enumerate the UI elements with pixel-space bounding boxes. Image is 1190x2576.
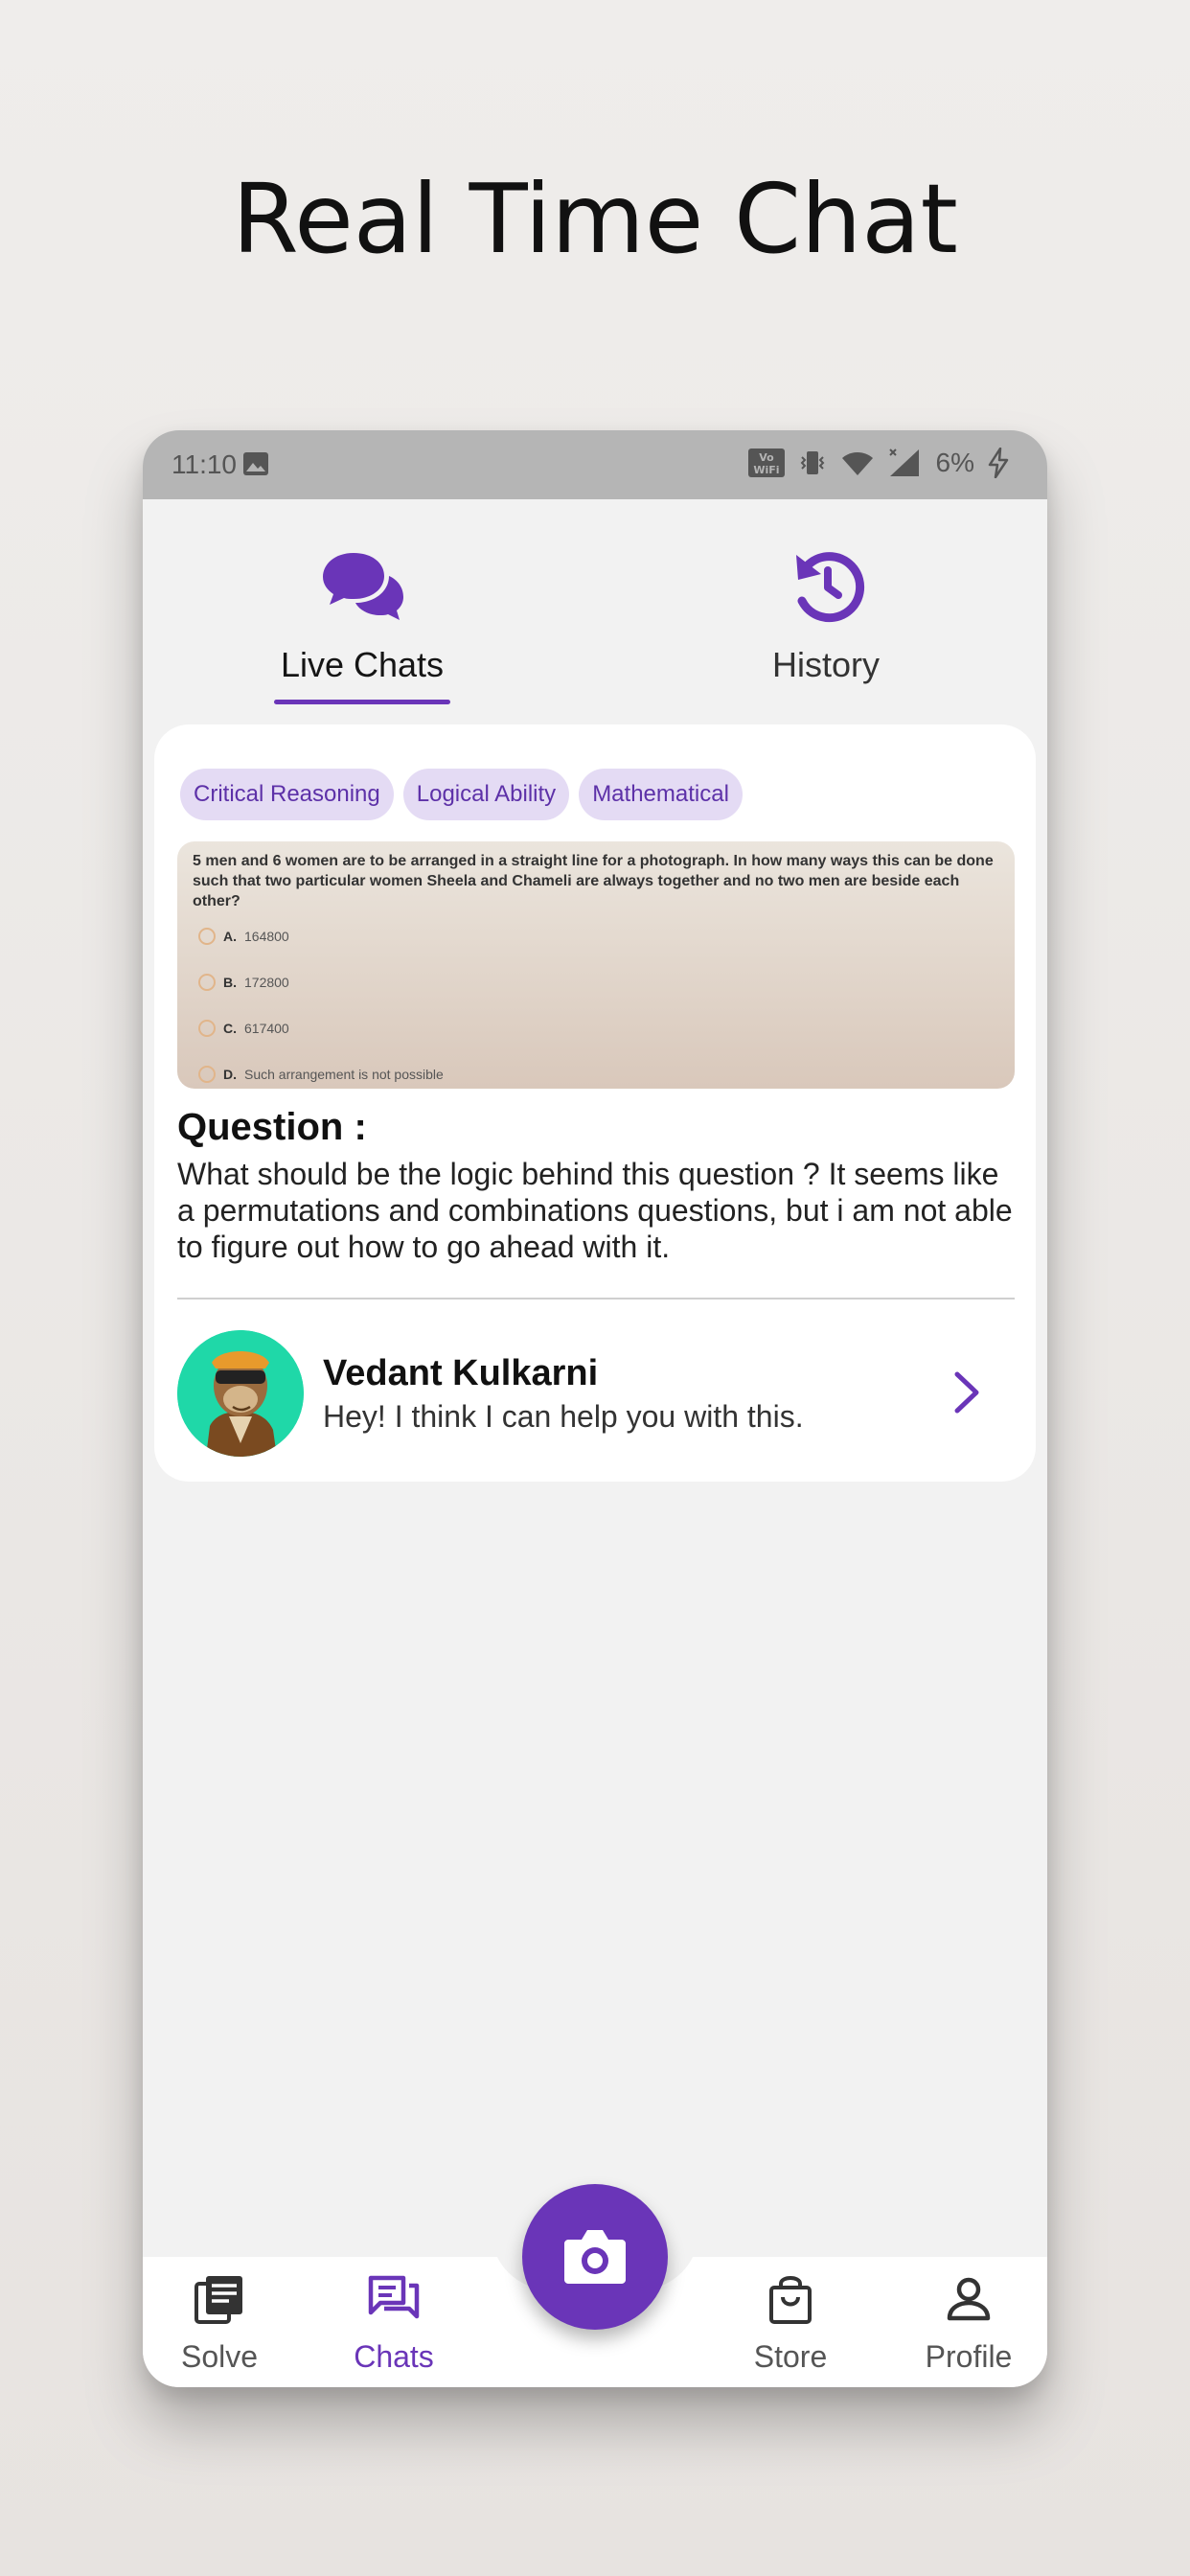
tab-history-label: History — [771, 645, 880, 684]
question-option: B. 172800 — [198, 974, 289, 991]
active-tab-indicator — [274, 700, 450, 704]
nav-item-store[interactable]: Store — [714, 2257, 867, 2387]
shopping-bag-icon — [764, 2272, 817, 2326]
topic-chip[interactable]: Logical Ability — [402, 769, 570, 820]
vowifi-icon: Vo WiFi — [747, 448, 785, 477]
page-headline: Real Time Chat — [232, 163, 958, 275]
radio-circle-icon — [198, 1066, 216, 1083]
topic-chips: Critical Reasoning Logical Ability Mathe… — [180, 769, 743, 820]
helper-row[interactable]: Vedant Kulkarni Hey! I think I can help … — [177, 1330, 1015, 1459]
question-image[interactable]: 5 men and 6 women are to be arranged in … — [177, 841, 1015, 1089]
chat-bubbles-icon — [319, 547, 405, 624]
nav-item-profile[interactable]: Profile — [892, 2257, 1045, 2387]
nav-label-solve: Solve — [180, 2339, 259, 2374]
chats-icon — [367, 2272, 421, 2326]
history-icon — [783, 547, 869, 624]
nav-label-chats: Chats — [354, 2339, 434, 2374]
camera-button[interactable] — [522, 2184, 668, 2330]
tab-live-chats[interactable]: Live Chats — [218, 499, 506, 720]
radio-circle-icon — [198, 928, 216, 945]
status-icons: Vo WiFi 6% — [747, 448, 1009, 478]
question-body: What should be the logic behind this que… — [177, 1157, 1013, 1264]
radio-circle-icon — [198, 974, 216, 991]
signal-icon — [888, 448, 923, 478]
question-option: C. 617400 — [198, 1020, 289, 1037]
tab-live-chats-label: Live Chats — [280, 645, 445, 684]
camera-icon — [564, 2230, 626, 2284]
person-icon — [942, 2272, 995, 2326]
helper-message: Hey! I think I can help you with this. — [323, 1399, 804, 1434]
topic-chip[interactable]: Mathematical — [579, 769, 743, 820]
nav-label-store: Store — [753, 2339, 828, 2374]
charging-icon — [988, 448, 1009, 478]
divider — [177, 1298, 1015, 1300]
chat-tabs: Live Chats History — [143, 499, 1047, 729]
image-icon — [242, 451, 269, 476]
nav-item-solve[interactable]: Solve — [143, 2257, 296, 2387]
document-icon — [193, 2272, 246, 2326]
phone-screen: 11:10 Vo WiFi 6% Live Chats History Crit… — [143, 430, 1047, 2387]
question-option: A. 164800 — [198, 928, 289, 945]
svg-text:WiFi: WiFi — [753, 464, 779, 476]
question-image-text: 5 men and 6 women are to be arranged in … — [193, 853, 994, 909]
status-time: 11:10 — [172, 449, 237, 479]
nav-label-profile: Profile — [925, 2339, 1013, 2374]
status-bar: 11:10 Vo WiFi 6% — [143, 430, 1047, 499]
svg-text:Vo: Vo — [759, 451, 774, 464]
tab-history[interactable]: History — [682, 499, 970, 720]
question-option: D. Such arrangement is not possible — [198, 1066, 444, 1083]
vibrate-icon — [798, 448, 827, 477]
avatar — [177, 1330, 304, 1457]
chevron-right-icon[interactable] — [948, 1368, 986, 1416]
question-card[interactable]: Critical Reasoning Logical Ability Mathe… — [154, 724, 1036, 1482]
battery-percent: 6% — [935, 448, 974, 477]
helper-name: Vedant Kulkarni — [323, 1353, 599, 1393]
question-heading: Question : — [177, 1106, 367, 1148]
topic-chip[interactable]: Critical Reasoning — [180, 769, 394, 820]
nav-item-chats[interactable]: Chats — [317, 2257, 470, 2387]
radio-circle-icon — [198, 1020, 216, 1037]
wifi-icon — [840, 448, 875, 477]
